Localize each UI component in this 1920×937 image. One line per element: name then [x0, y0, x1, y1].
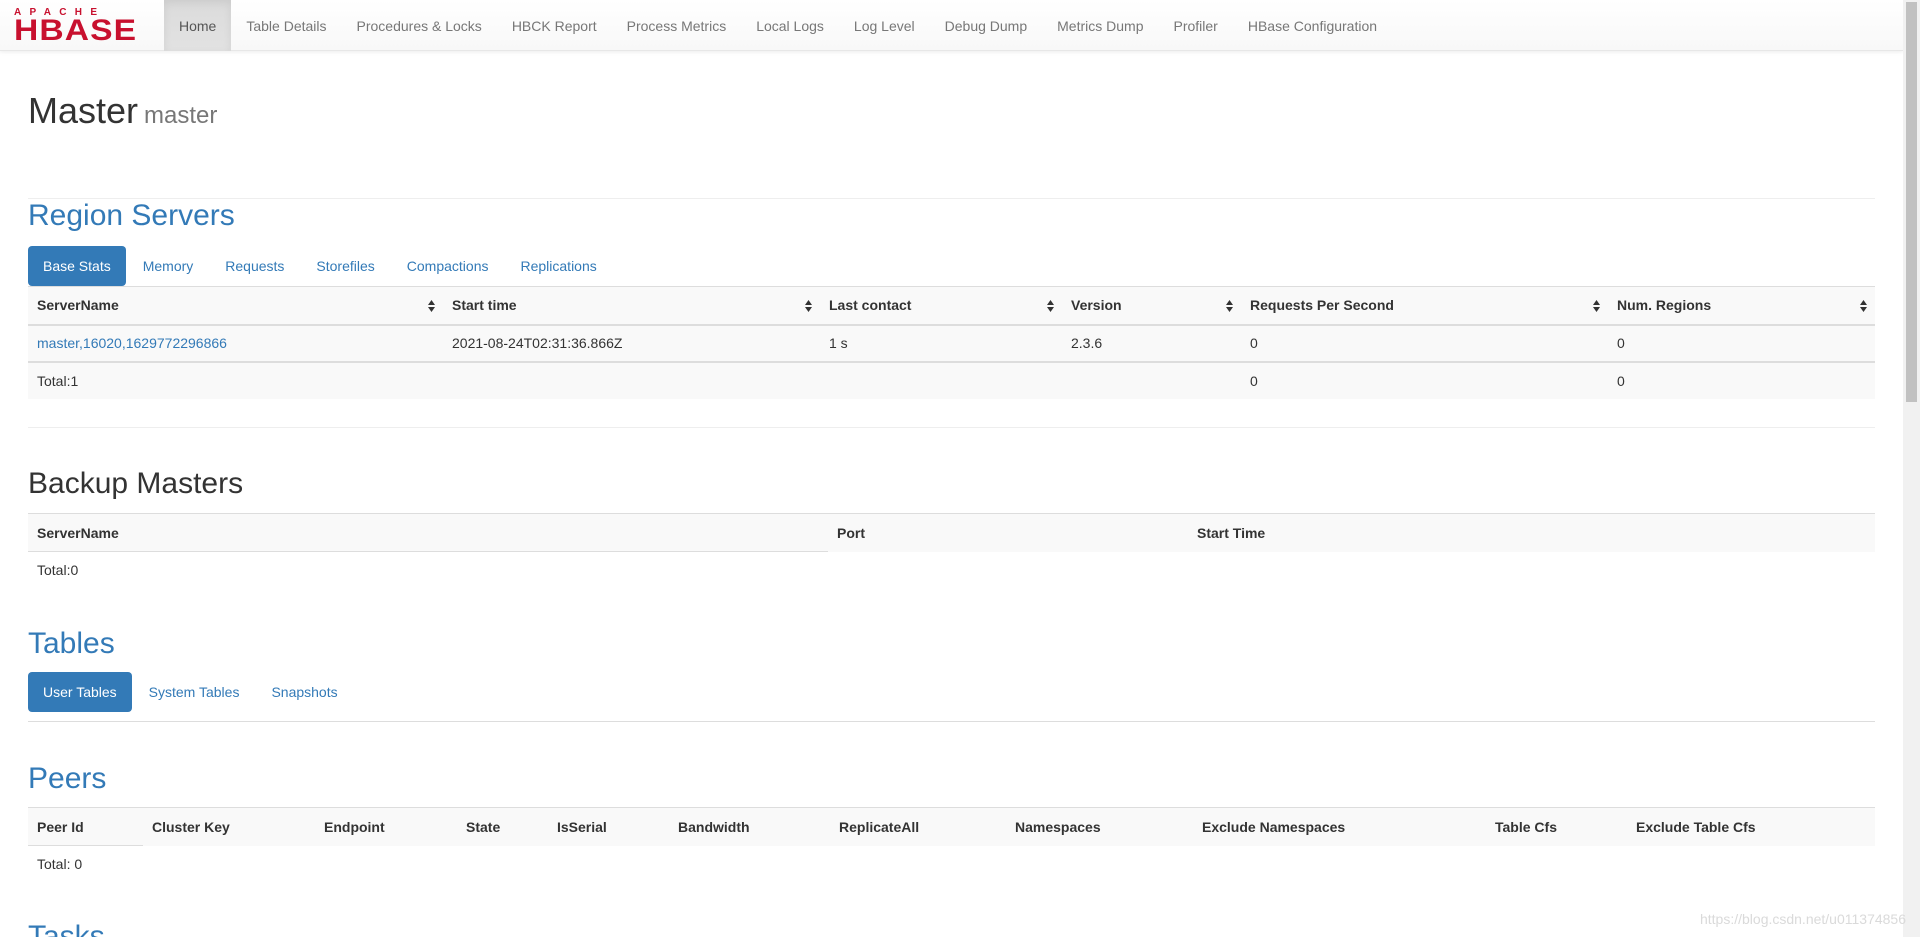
table-total-row: Total:0	[28, 552, 1875, 589]
page-title-text: Master	[28, 90, 139, 131]
table-total-row: Total:1 0 0	[28, 360, 1875, 399]
cell-version: 2.3.6	[1062, 324, 1241, 362]
tasks-title[interactable]: Tasks	[28, 920, 105, 937]
vertical-scrollbar[interactable]	[1903, 0, 1920, 937]
col-label: Start time	[452, 297, 517, 314]
nav-profiler[interactable]: Profiler	[1159, 0, 1233, 51]
nav-process-metrics[interactable]: Process Metrics	[612, 0, 742, 51]
col-header-cluster-key: Cluster Key	[143, 807, 315, 846]
tab-memory[interactable]: Memory	[128, 246, 209, 286]
col-header-requests-per-second[interactable]: Requests Per Second	[1241, 286, 1608, 326]
tab-user-tables[interactable]: User Tables	[28, 672, 132, 712]
col-label: Requests Per Second	[1250, 297, 1394, 314]
region-servers-tabs: Base Stats Memory Requests Storefiles Co…	[28, 246, 614, 286]
cell-empty	[443, 360, 820, 399]
sort-icon[interactable]	[1226, 300, 1233, 312]
col-header-num-regions[interactable]: Num. Regions	[1608, 286, 1875, 326]
tab-replications[interactable]: Replications	[505, 246, 611, 286]
col-header-isserial: IsSerial	[548, 807, 669, 846]
col-header-peer-id: Peer Id	[28, 807, 143, 846]
col-header-version[interactable]: Version	[1062, 286, 1241, 326]
col-header-servername: ServerName	[28, 513, 828, 552]
table-header-row: Peer Id Cluster Key Endpoint State IsSer…	[28, 807, 1875, 846]
cell-last-contact: 1 s	[820, 324, 1062, 362]
server-link[interactable]: master,16020,1629772296866	[37, 335, 227, 351]
table-header-row: ServerName Start time Last contact Versi…	[28, 286, 1875, 326]
col-header-start-time: Start Time	[1188, 513, 1875, 552]
cell-start-time: 2021-08-24T02:31:36.866Z	[443, 324, 820, 362]
col-label: Version	[1071, 297, 1122, 314]
cell-total-label: Total: 0	[37, 855, 83, 872]
tab-storefiles[interactable]: Storefiles	[301, 246, 389, 286]
nav-procedures-locks[interactable]: Procedures & Locks	[342, 0, 497, 51]
nav-debug-dump[interactable]: Debug Dump	[930, 0, 1043, 51]
col-header-endpoint: Endpoint	[315, 807, 457, 846]
nav-log-level[interactable]: Log Level	[839, 0, 930, 51]
backup-masters-title: Backup Masters	[28, 467, 244, 500]
cell-servername: master,16020,1629772296866	[28, 324, 443, 362]
top-navbar: APACHE HBASE Home Table Details Procedur…	[0, 0, 1903, 51]
sort-icon[interactable]	[805, 300, 812, 312]
col-header-exclude-table-cfs: Exclude Table Cfs	[1627, 807, 1875, 846]
col-header-port: Port	[828, 513, 1188, 552]
sort-icon[interactable]	[1047, 300, 1054, 312]
cell-num-regions: 0	[1608, 324, 1875, 362]
col-header-namespaces: Namespaces	[1006, 807, 1193, 846]
region-servers-table: ServerName Start time Last contact Versi…	[28, 286, 1875, 399]
page-header: Master master	[28, 89, 1875, 199]
cell-total-regions: 0	[1608, 360, 1875, 399]
col-label: ServerName	[37, 297, 119, 314]
col-header-bandwidth: Bandwidth	[669, 807, 830, 846]
col-header-last-contact[interactable]: Last contact	[820, 286, 1062, 326]
sort-icon[interactable]	[1593, 300, 1600, 312]
col-header-table-cfs: Table Cfs	[1486, 807, 1627, 846]
tabs-border	[28, 721, 1875, 722]
col-header-state: State	[457, 807, 548, 846]
peers-table: Peer Id Cluster Key Endpoint State IsSer…	[28, 807, 1875, 882]
scrollbar-thumb[interactable]	[1906, 2, 1917, 402]
table-row: master,16020,1629772296866 2021-08-24T02…	[28, 324, 1875, 362]
divider	[28, 427, 1875, 428]
tab-snapshots[interactable]: Snapshots	[256, 672, 352, 712]
col-header-exclude-namespaces: Exclude Namespaces	[1193, 807, 1486, 846]
col-header-servername[interactable]: ServerName	[28, 286, 443, 326]
tab-requests[interactable]: Requests	[210, 246, 299, 286]
cell-total-label: Total:0	[37, 562, 79, 579]
col-header-replicateall: ReplicateAll	[830, 807, 1006, 846]
page-subtitle: master	[144, 102, 218, 129]
cell-total-requests: 0	[1241, 360, 1608, 399]
logo-hbase-text: HBASE	[14, 13, 138, 47]
table-header-row: ServerName Port Start Time	[28, 513, 1875, 552]
main-nav: Home Table Details Procedures & Locks HB…	[164, 0, 1392, 51]
nav-hbase-configuration[interactable]: HBase Configuration	[1233, 0, 1392, 51]
col-label: Num. Regions	[1617, 297, 1712, 314]
hbase-logo[interactable]: APACHE HBASE	[0, 0, 164, 51]
region-servers-title[interactable]: Region Servers	[28, 199, 235, 233]
cell-empty	[1062, 360, 1241, 399]
cell-empty	[1188, 552, 1875, 589]
nav-hbck-report[interactable]: HBCK Report	[497, 0, 612, 51]
tab-base-stats[interactable]: Base Stats	[28, 246, 126, 286]
table-total-row: Total: 0	[28, 846, 1875, 882]
cell-empty	[820, 360, 1062, 399]
tab-compactions[interactable]: Compactions	[392, 246, 504, 286]
tables-title[interactable]: Tables	[28, 627, 115, 661]
col-header-start-time[interactable]: Start time	[443, 286, 820, 326]
cell-empty	[828, 552, 1188, 589]
tables-tabs: User Tables System Tables Snapshots	[28, 672, 355, 712]
tab-system-tables[interactable]: System Tables	[134, 672, 255, 712]
cell-total-label: Total:1	[28, 360, 443, 399]
nav-table-details[interactable]: Table Details	[231, 0, 341, 51]
backup-masters-table: ServerName Port Start Time Total:0	[28, 513, 1875, 589]
col-label: Last contact	[829, 297, 912, 314]
watermark: https://blog.csdn.net/u011374856	[1699, 911, 1906, 927]
cell-requests-per-second: 0	[1241, 324, 1608, 362]
page-title: Master master	[28, 90, 217, 132]
nav-local-logs[interactable]: Local Logs	[741, 0, 839, 51]
sort-icon[interactable]	[428, 300, 435, 312]
peers-title[interactable]: Peers	[28, 762, 106, 796]
sort-icon[interactable]	[1860, 300, 1867, 312]
nav-metrics-dump[interactable]: Metrics Dump	[1042, 0, 1158, 51]
